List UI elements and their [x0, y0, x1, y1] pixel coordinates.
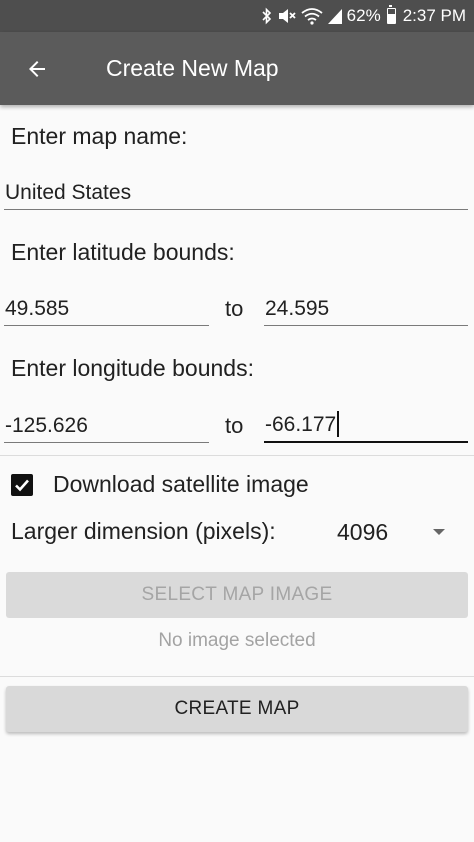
- latitude-to-value: 24.595: [265, 297, 330, 320]
- text-cursor: [337, 411, 340, 437]
- latitude-to-input[interactable]: 24.595: [264, 292, 468, 326]
- app-bar: Create New Map: [0, 32, 474, 105]
- latitude-from-input[interactable]: 49.585: [4, 292, 209, 326]
- dimension-label: Larger dimension (pixels):: [11, 518, 276, 544]
- no-image-text: No image selected: [158, 630, 316, 651]
- latitude-from-value: 49.585: [5, 297, 70, 320]
- map-name-input[interactable]: United States: [4, 176, 468, 210]
- longitude-to-input[interactable]: -66.177: [264, 409, 468, 443]
- longitude-to-label: to: [225, 413, 244, 438]
- download-satellite-label[interactable]: Download satellite image: [53, 471, 309, 498]
- back-button[interactable]: [0, 32, 74, 105]
- status-bar: 62% 2:37 PM: [0, 0, 474, 32]
- page-title: Create New Map: [106, 55, 279, 81]
- wifi-icon: [301, 6, 323, 26]
- longitude-to-value: -66.177: [265, 413, 337, 436]
- longitude-label: Enter longitude bounds:: [11, 355, 254, 381]
- mute-icon: [277, 6, 297, 26]
- section-divider: [0, 455, 474, 456]
- status-time: 2:37 PM: [402, 6, 466, 25]
- section-divider-2: [0, 676, 474, 677]
- longitude-from-value: -125.626: [5, 414, 88, 437]
- dimension-spinner[interactable]: 4096: [325, 514, 465, 550]
- dropdown-arrow-icon: [433, 529, 445, 535]
- battery-percent: 62%: [346, 6, 381, 25]
- checkmark-icon: [15, 479, 29, 492]
- latitude-to-label: to: [225, 296, 244, 321]
- arrow-back-icon: [29, 60, 45, 77]
- download-satellite-checkbox[interactable]: [11, 474, 33, 496]
- longitude-from-input[interactable]: -125.626: [4, 409, 209, 443]
- signal-icon: [327, 6, 343, 26]
- map-name-value: United States: [5, 181, 132, 204]
- dimension-value: 4096: [337, 518, 389, 545]
- bluetooth-icon: [261, 6, 273, 26]
- select-map-image-button: SELECT MAP IMAGE: [6, 572, 468, 618]
- latitude-label: Enter latitude bounds:: [11, 239, 235, 265]
- create-map-button[interactable]: CREATE MAP: [6, 686, 468, 732]
- battery-icon: [386, 5, 396, 24]
- map-name-label: Enter map name:: [11, 123, 188, 149]
